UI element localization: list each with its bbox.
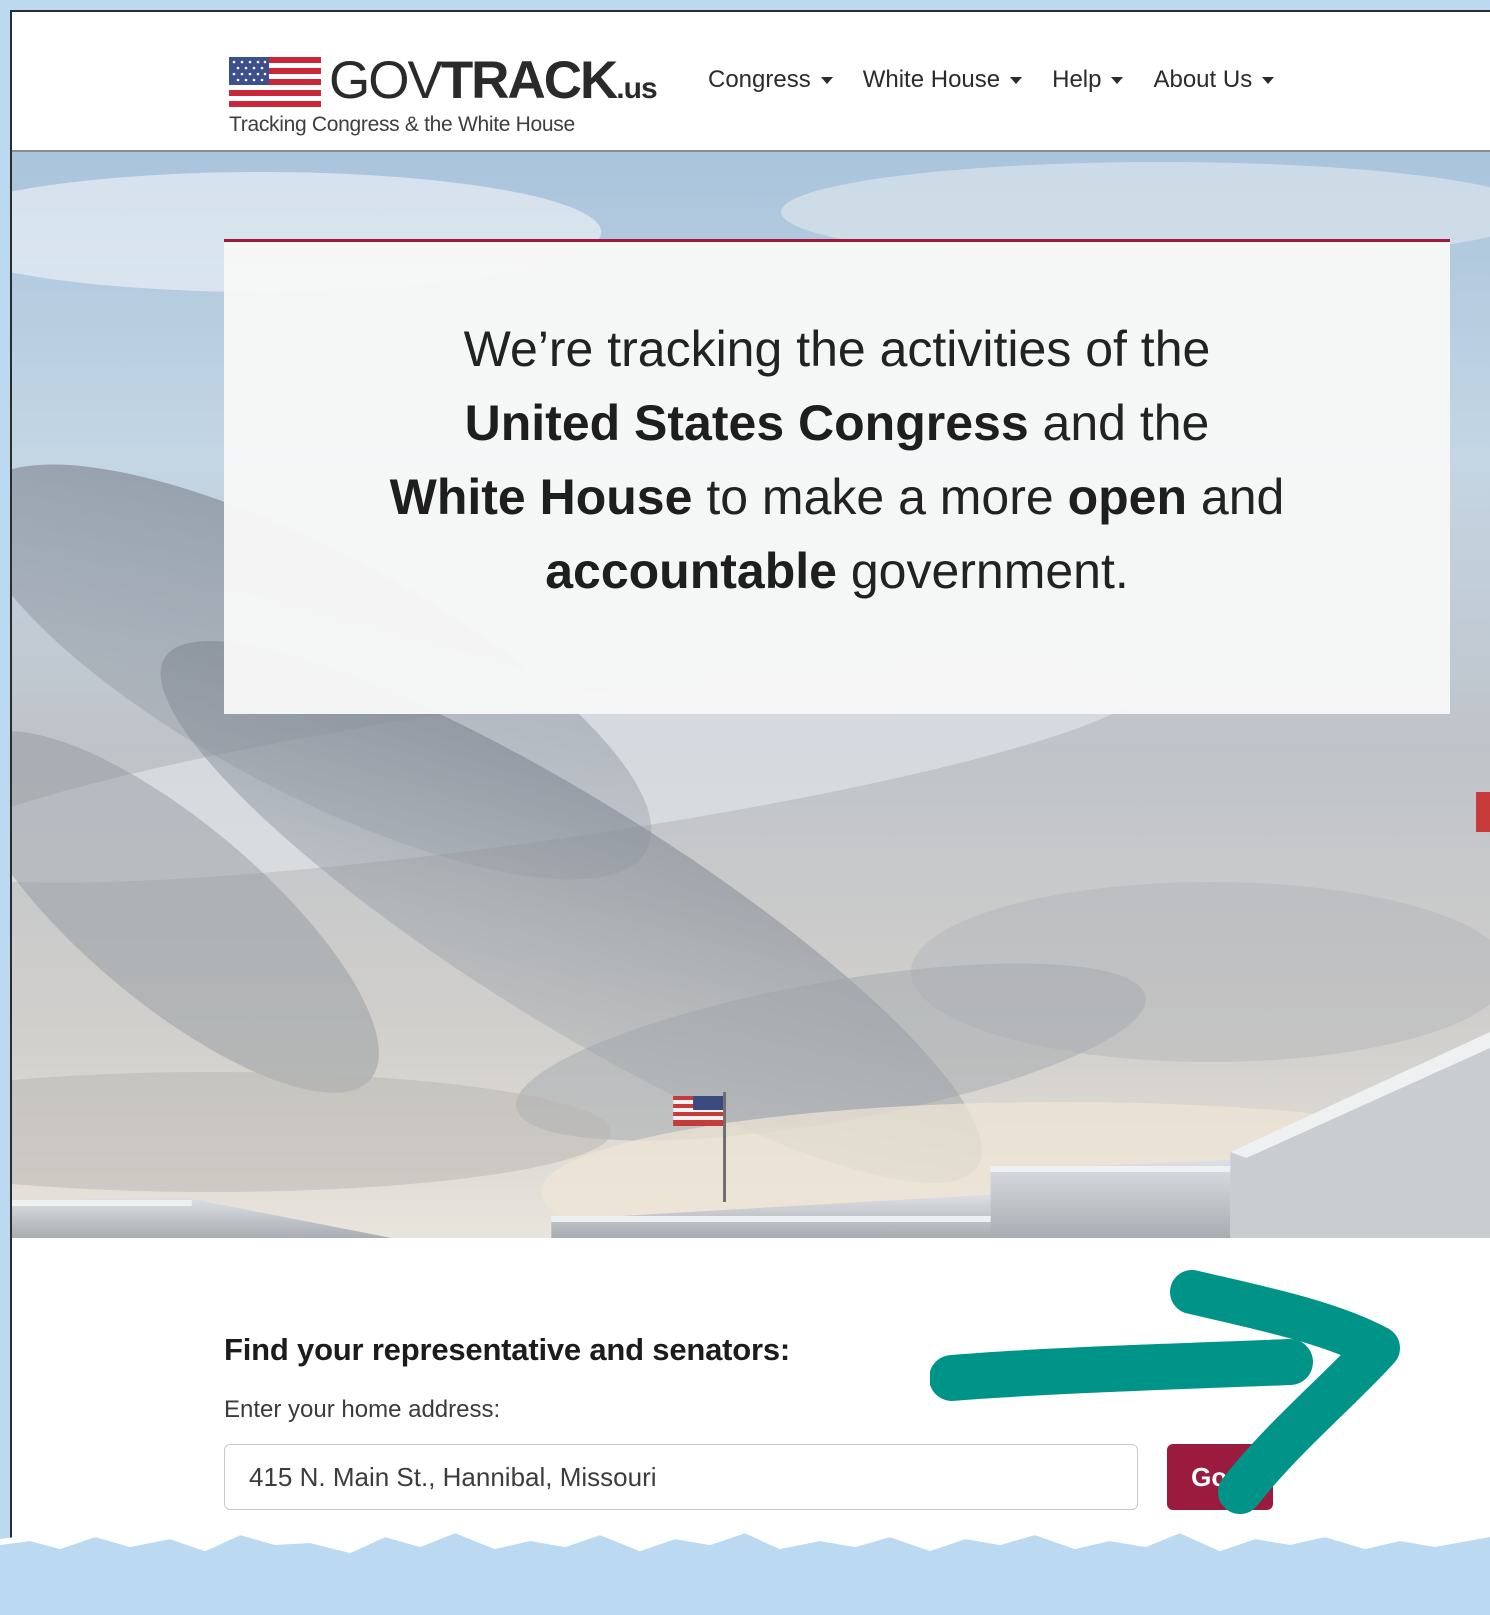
main-nav: Congress White House Help About Us (708, 60, 1275, 100)
nav-congress-label: Congress (708, 66, 811, 93)
nav-congress[interactable]: Congress (708, 66, 833, 94)
nav-about-us-label: About Us (1153, 66, 1253, 93)
caret-down-icon (820, 76, 833, 84)
nav-help-label: Help (1052, 66, 1102, 93)
address-label: Enter your home address: (224, 1396, 501, 1423)
nav-white-house[interactable]: White House (862, 66, 1023, 94)
mission-line-2: and the (1028, 395, 1210, 451)
hero-banner: We’re tracking the activities of the Uni… (12, 152, 1490, 1238)
caret-down-icon (1010, 76, 1023, 84)
nav-about-us[interactable]: About Us (1153, 66, 1275, 94)
caret-down-icon (1111, 76, 1124, 84)
caret-down-icon (1262, 76, 1275, 84)
wordmark-track: TRACK (440, 51, 618, 110)
tagline: Tracking Congress & the White House (229, 113, 575, 136)
mission-line-3: to make a more (692, 469, 1068, 525)
site-header: GOVTRACK.us Tracking Congress & the Whit… (12, 12, 1490, 152)
mission-accountable-emphasis: accountable (545, 543, 837, 599)
wordmark-us: .us (616, 72, 657, 105)
torn-paper-edge (0, 1526, 1490, 1615)
nav-help[interactable]: Help (1052, 66, 1124, 94)
mission-line-4: government. (836, 543, 1129, 599)
us-flag-icon (229, 57, 321, 107)
mission-line-3-end: and (1187, 469, 1285, 525)
mission-white-house-emphasis: White House (389, 469, 693, 525)
wordmark: GOVTRACK.us (329, 51, 658, 111)
mission-statement: We’re tracking the activities of the Uni… (287, 312, 1387, 608)
mission-statement-box: We’re tracking the activities of the Uni… (224, 239, 1450, 714)
mission-line-1: We’re tracking the activities of the (463, 321, 1211, 377)
wordmark-gov: GOV (329, 51, 443, 110)
arrow-right-icon (930, 1270, 1400, 1514)
mission-open-emphasis: open (1067, 469, 1188, 525)
govtrack-logo[interactable]: GOVTRACK.us Tracking Congress & the Whit… (229, 45, 658, 145)
nav-white-house-label: White House (862, 66, 1001, 93)
mission-congress-emphasis: United States Congress (464, 395, 1029, 451)
